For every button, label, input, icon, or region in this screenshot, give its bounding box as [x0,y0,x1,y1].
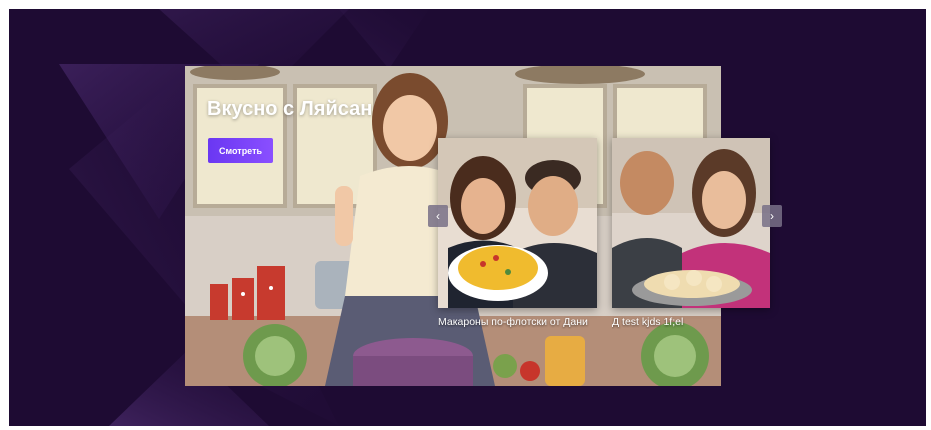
watch-button[interactable]: Смотреть [208,138,273,163]
card-1-caption: Макароны по-флотски от Дани [438,316,588,328]
chevron-left-icon: ‹ [436,209,440,223]
chevron-right-icon: › [770,209,774,223]
card-2-thumbnail [612,138,770,308]
carousel-card-1[interactable] [438,138,597,308]
carousel-prev-button[interactable]: ‹ [428,205,448,227]
card-2-caption: Д test kjds 1f;el [612,316,684,328]
card-1-thumbnail [438,138,597,308]
promo-banner-stage: Вкусно с Ляйсан Смотреть Макароны по-фло… [9,9,926,426]
hero-title: Вкусно с Ляйсан [207,98,373,120]
carousel-card-2[interactable] [612,138,770,308]
carousel-next-button[interactable]: › [762,205,782,227]
